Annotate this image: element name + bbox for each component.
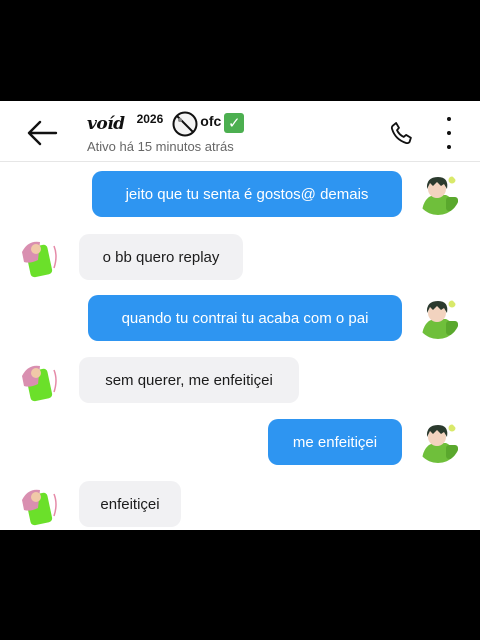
contact-avatar[interactable] xyxy=(18,482,62,526)
message-bubble-outgoing[interactable]: quando tu contrai tu acaba com o pai xyxy=(88,295,402,341)
my-avatar[interactable] xyxy=(416,171,460,215)
contact-name: voíd xyxy=(87,114,125,134)
active-status: Ativo há 15 minutos atrás xyxy=(87,139,234,154)
more-vertical-icon xyxy=(447,117,451,121)
message-bubble-outgoing[interactable]: jeito que tu senta é gostos@ demais xyxy=(92,171,402,217)
check-mark-icon: ✓ xyxy=(224,113,245,133)
back-button[interactable] xyxy=(22,115,62,151)
message-bubble-incoming[interactable]: sem querer, me enfeitiçei xyxy=(79,357,299,403)
my-avatar[interactable] xyxy=(416,295,460,339)
contact-avatar[interactable] xyxy=(18,358,62,402)
chat-header: voíd 2026 ofc ✓ Ativo há 15 minutos atrá… xyxy=(0,101,480,162)
message-bubble-outgoing[interactable]: me enfeitiçei xyxy=(268,419,402,465)
call-button[interactable] xyxy=(388,119,416,147)
chat-screen: voíd 2026 ofc ✓ Ativo há 15 minutos atrá… xyxy=(0,101,480,530)
my-avatar[interactable] xyxy=(416,419,460,463)
contact-avatar[interactable] xyxy=(18,234,62,278)
phone-icon xyxy=(390,122,412,145)
contact-year: 2026 xyxy=(136,112,164,126)
more-options-button[interactable] xyxy=(438,117,460,149)
message-bubble-incoming[interactable]: o bb quero replay xyxy=(79,234,243,280)
contact-name-row[interactable]: voíd 2026 ofc ✓ xyxy=(87,109,245,139)
contact-suffix: ofc xyxy=(200,113,222,129)
message-bubble-incoming[interactable]: enfeitiçei xyxy=(79,481,181,527)
prohibited-icon xyxy=(171,110,199,138)
arrow-left-icon xyxy=(27,120,58,146)
